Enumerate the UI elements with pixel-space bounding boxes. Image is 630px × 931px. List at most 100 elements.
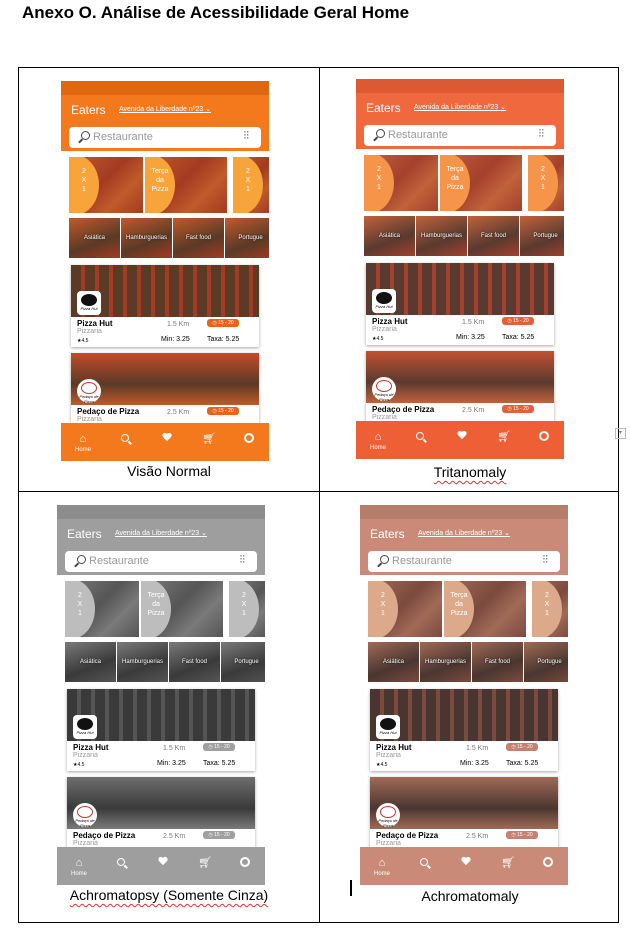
delivery-fee: Taxa: 5.25 <box>506 760 539 767</box>
filter-icon[interactable]: ⫶⫶ <box>244 130 250 143</box>
nav-item-4[interactable] <box>524 421 564 459</box>
restaurant-distance: 2.5 Km <box>167 409 190 416</box>
category-row[interactable]: Asiática Hamburguerias Fast food Portugu… <box>368 642 568 684</box>
promo-label: 2 X 1 <box>540 166 546 191</box>
home-icon: ⌂ <box>374 431 382 443</box>
nav-item-3[interactable]: 🛒︎ <box>185 847 225 885</box>
nav-item-3[interactable]: 🛒︎ <box>488 847 528 885</box>
promo-banner[interactable]: 2 X 1 <box>233 157 269 213</box>
home-content: 2 X 1 Terça da Pizza 2 X 1 Asiática Hamb… <box>356 149 564 431</box>
search-bar[interactable]: Restaurante ⫶⫶ <box>69 127 261 148</box>
user-icon <box>240 857 250 867</box>
promo-banner[interactable]: 2 X 1 <box>532 581 568 637</box>
restaurant-card[interactable]: Pedaço de Pizza Pedaço de Pizza Pizzaria… <box>366 351 554 431</box>
category-tile[interactable]: Fast food <box>468 216 519 256</box>
address-selector[interactable]: Avenida da Liberdade nº23 ⌄ <box>414 103 506 111</box>
category-tile[interactable]: Hamburguerias <box>416 216 467 256</box>
restaurant-card[interactable]: Pizza Hut Pizza Hut Pizzaria 1.5 Km ◷ 15… <box>71 265 259 347</box>
nav-item-2[interactable] <box>147 423 187 461</box>
heart-icon <box>457 431 467 440</box>
category-tile[interactable]: Portugue <box>225 218 269 258</box>
restaurant-card[interactable]: Pizza Hut Pizza Hut Pizzaria 1.5 Km ◷ 15… <box>370 689 558 771</box>
category-tile[interactable]: Portugue <box>520 216 564 256</box>
nav-item-2[interactable] <box>442 421 482 459</box>
promo-carousel[interactable]: 2 X 1 Terça da Pizza 2 X 1 <box>65 581 265 637</box>
restaurant-logo: Pedaço de Pizza <box>77 379 101 404</box>
promo-banner[interactable]: 2 X 1 <box>69 157 143 213</box>
filter-icon[interactable]: ⫶⫶ <box>539 128 545 141</box>
nav-item-1[interactable] <box>101 847 141 885</box>
restaurant-card[interactable]: Pedaço de Pizza Pedaço de Pizza Pizzaria… <box>370 777 558 857</box>
category-tile[interactable]: Asiática <box>65 642 116 682</box>
nav-item-4[interactable] <box>528 847 568 885</box>
promo-banner[interactable]: 2 X 1 <box>528 155 564 211</box>
filter-icon[interactable]: ⫶⫶ <box>543 554 549 567</box>
category-tile[interactable]: Asiática <box>364 216 415 256</box>
search-bar[interactable]: Restaurante ⫶⫶ <box>364 125 556 146</box>
promo-carousel[interactable]: 2 X 1 Terça da Pizza 2 X 1 <box>364 155 564 211</box>
restaurant-card[interactable]: Pizza Hut Pizza Hut Pizzaria 1.5 Km ◷ 15… <box>366 263 554 345</box>
restaurant-logo: Pedaço de Pizza <box>73 803 97 828</box>
address-selector[interactable]: Avenida da Liberdade nº23 ⌄ <box>115 529 207 537</box>
category-tile[interactable]: Fast food <box>169 642 220 682</box>
category-tile[interactable]: Hamburguerias <box>117 642 168 682</box>
nav-item-0[interactable]: ⌂ Home <box>358 421 398 459</box>
nav-item-4[interactable] <box>229 423 269 461</box>
address-selector[interactable]: Avenida da Liberdade nº23 ⌄ <box>418 529 510 537</box>
category-tile[interactable]: Hamburguerias <box>121 218 172 258</box>
nav-item-2[interactable] <box>143 847 183 885</box>
promo-carousel[interactable]: 2 X 1 Terça da Pizza 2 X 1 <box>69 157 269 213</box>
nav-item-2[interactable] <box>446 847 486 885</box>
category-tile[interactable]: Fast food <box>173 218 224 258</box>
promo-banner[interactable]: Terça da Pizza <box>141 581 223 637</box>
promo-carousel[interactable]: 2 X 1 Terça da Pizza 2 X 1 <box>368 581 568 637</box>
restaurant-card[interactable]: Pizza Hut Pizza Hut Pizzaria 1.5 Km ◷ 15… <box>67 689 255 771</box>
promo-banner[interactable]: 2 X 1 <box>364 155 438 211</box>
promo-banner[interactable]: 2 X 1 <box>65 581 139 637</box>
nav-item-0[interactable]: ⌂ Home <box>59 847 99 885</box>
nav-item-0[interactable]: ⌂ Home <box>63 423 103 461</box>
search-bar[interactable]: Restaurante ⫶⫶ <box>65 551 257 572</box>
search-input[interactable]: Restaurante <box>392 555 452 567</box>
category-tile[interactable]: Portugue <box>221 642 265 682</box>
nav-item-1[interactable] <box>404 847 444 885</box>
nav-item-1[interactable] <box>400 421 440 459</box>
nav-item-0[interactable]: ⌂ Home <box>362 847 402 885</box>
table-handle-icon[interactable]: ▾ <box>615 428 626 439</box>
category-tile[interactable]: Portugue <box>524 642 568 682</box>
filter-icon[interactable]: ⫶⫶ <box>240 554 246 567</box>
comparison-table: Eaters Avenida da Liberdade nº23 ⌄ Resta… <box>18 67 619 923</box>
restaurant-distance: 2.5 Km <box>462 407 485 414</box>
promo-banner[interactable]: Terça da Pizza <box>440 155 522 211</box>
restaurant-card[interactable]: Pedaço de Pizza Pedaço de Pizza Pizzaria… <box>71 353 259 433</box>
category-row[interactable]: Asiática Hamburguerias Fast food Portugu… <box>65 642 265 684</box>
nav-item-3[interactable]: 🛒︎ <box>189 423 229 461</box>
search-input[interactable]: Restaurante <box>89 555 149 567</box>
category-label: Fast food <box>181 659 207 665</box>
user-icon <box>543 857 553 867</box>
category-tile[interactable]: Hamburguerias <box>420 642 471 682</box>
search-input[interactable]: Restaurante <box>93 131 153 143</box>
category-tile[interactable]: Asiática <box>368 642 419 682</box>
category-row[interactable]: Asiática Hamburguerias Fast food Portugu… <box>69 218 269 260</box>
promo-banner[interactable]: Terça da Pizza <box>145 157 227 213</box>
promo-banner[interactable]: 2 X 1 <box>229 581 265 637</box>
address-selector[interactable]: Avenida da Liberdade nº23 ⌄ <box>119 105 211 113</box>
chevron-down-icon: ⌄ <box>504 530 510 537</box>
nav-item-1[interactable] <box>105 423 145 461</box>
panel-3: Eaters Avenida da Liberdade nº23 ⌄ Resta… <box>19 492 319 915</box>
promo-banner[interactable]: Terça da Pizza <box>444 581 526 637</box>
search-bar[interactable]: Restaurante ⫶⫶ <box>368 551 560 572</box>
promo-banner[interactable]: 2 X 1 <box>368 581 442 637</box>
category-label: Portugue <box>238 235 263 241</box>
text-cursor <box>350 880 352 896</box>
category-row[interactable]: Asiática Hamburguerias Fast food Portugu… <box>364 216 564 258</box>
search-input[interactable]: Restaurante <box>388 129 448 141</box>
nav-item-4[interactable] <box>225 847 265 885</box>
category-tile[interactable]: Asiática <box>69 218 120 258</box>
home-icon: ⌂ <box>378 857 386 869</box>
restaurant-card[interactable]: Pedaço de Pizza Pedaço de Pizza Pizzaria… <box>67 777 255 857</box>
category-tile[interactable]: Fast food <box>472 642 523 682</box>
delivery-time-badge: ◷ 15 - 20 <box>506 831 538 839</box>
nav-item-3[interactable]: 🛒︎ <box>484 421 524 459</box>
